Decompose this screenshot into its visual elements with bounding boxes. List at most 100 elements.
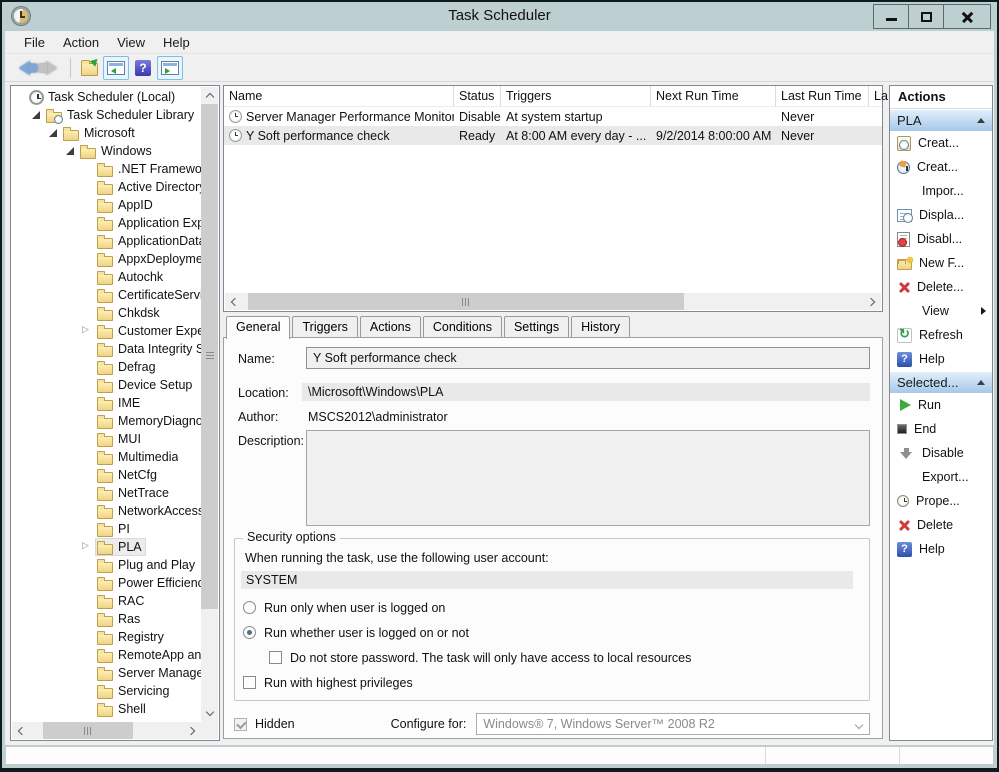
show-hide-console-tree-button[interactable] <box>103 56 129 80</box>
tree-item-power-efficienc[interactable]: Power Efficienc <box>12 574 201 592</box>
action-delete[interactable]: Delete <box>890 513 992 537</box>
menu-view[interactable]: View <box>108 33 154 52</box>
tree-item-pla[interactable]: PLA <box>12 538 201 556</box>
radio-run-only-when-user-is-logged-on[interactable] <box>243 601 256 614</box>
tree-item-defrag[interactable]: Defrag <box>12 358 201 376</box>
checkbox-run-with-highest-privileges[interactable] <box>243 676 256 689</box>
action-impor[interactable]: Impor... <box>890 179 992 203</box>
tree-item-autochk[interactable]: Autochk <box>12 268 201 286</box>
tree-item-multimedia[interactable]: Multimedia <box>12 448 201 466</box>
tree-item-applicationdata[interactable]: ApplicationData <box>12 232 201 250</box>
tree-item-net-framewor[interactable]: .NET Framewor <box>12 160 201 178</box>
scroll-thumb[interactable] <box>248 293 683 310</box>
radio-run-whether-user-is-logged-on-or-not[interactable] <box>243 626 256 639</box>
action-prope[interactable]: Prope... <box>890 489 992 513</box>
forward-button[interactable] <box>38 56 64 80</box>
tab-history[interactable]: History <box>571 316 630 338</box>
expanded-expander-icon[interactable] <box>31 110 42 121</box>
tree-item-device-setup[interactable]: Device Setup <box>12 376 201 394</box>
tree-item-shell[interactable]: Shell <box>12 700 201 718</box>
task-name-input[interactable]: Y Soft performance check <box>306 347 870 369</box>
menu-action[interactable]: Action <box>54 33 108 52</box>
column-header-status[interactable]: Status <box>454 86 501 106</box>
scroll-left-button[interactable] <box>12 722 29 739</box>
tree-item-nettrace[interactable]: NetTrace <box>12 484 201 502</box>
action-creat[interactable]: Creat... <box>890 155 992 179</box>
show-hide-action-pane-button[interactable] <box>157 56 183 80</box>
scroll-thumb[interactable] <box>201 104 218 609</box>
tree-item-certificateservic[interactable]: CertificateServic <box>12 286 201 304</box>
action-new-f[interactable]: New F... <box>890 251 992 275</box>
tree-item-rac[interactable]: RAC <box>12 592 201 610</box>
tree-item-data-integrity-s[interactable]: Data Integrity S <box>12 340 201 358</box>
scroll-track[interactable] <box>201 104 218 705</box>
scroll-right-button[interactable] <box>184 722 201 739</box>
action-creat[interactable]: Creat... <box>890 131 992 155</box>
tree-item-ras[interactable]: Ras <box>12 610 201 628</box>
scroll-thumb[interactable] <box>43 722 133 739</box>
column-header-next-run-time[interactable]: Next Run Time <box>651 86 776 106</box>
tree-item-customer-exper[interactable]: Customer Exper <box>12 322 201 340</box>
tree-item-plug-and-play[interactable]: Plug and Play <box>12 556 201 574</box>
action-end[interactable]: End <box>890 417 992 441</box>
task-row-y-soft-performance-check[interactable]: Y Soft performance checkReadyAt 8:00 AM … <box>224 126 882 145</box>
description-textarea[interactable] <box>306 430 870 526</box>
close-button[interactable] <box>944 5 990 28</box>
tree-item-networkaccess[interactable]: NetworkAccess <box>12 502 201 520</box>
scroll-track[interactable] <box>242 293 864 310</box>
action-refresh[interactable]: Refresh <box>890 323 992 347</box>
checkbox-do-not-store-password-the-task-will-only-have-access-to-local-resources[interactable] <box>269 651 282 664</box>
menu-file[interactable]: File <box>15 33 54 52</box>
tree-item-server-manager[interactable]: Server Manager <box>12 664 201 682</box>
tree-item-memorydiagno[interactable]: MemoryDiagno <box>12 412 201 430</box>
tree-item-windows[interactable]: Windows <box>12 142 201 160</box>
scroll-down-button[interactable] <box>201 705 218 722</box>
action-help[interactable]: Help <box>890 347 992 371</box>
tree-item-microsoft[interactable]: Microsoft <box>12 124 201 142</box>
column-header-last-run-time[interactable]: Last Run Time <box>776 86 869 106</box>
expanded-expander-icon[interactable] <box>48 128 59 139</box>
tab-settings[interactable]: Settings <box>504 316 569 338</box>
task-row-server-manager-performance-monitor[interactable]: Server Manager Performance MonitorDisabl… <box>224 107 882 126</box>
tree-item-servicing[interactable]: Servicing <box>12 682 201 700</box>
action-disable[interactable]: Disable <box>890 441 992 465</box>
tree-item-application-exp[interactable]: Application Exp <box>12 214 201 232</box>
action-run[interactable]: Run <box>890 393 992 417</box>
tree-item-registry[interactable]: Registry <box>12 628 201 646</box>
title-bar[interactable]: Task Scheduler <box>2 2 997 31</box>
export-list-button[interactable] <box>76 56 102 80</box>
help-button[interactable] <box>130 56 156 80</box>
tree-item-active-directory[interactable]: Active Directory <box>12 178 201 196</box>
scroll-track[interactable] <box>29 722 184 739</box>
collapsed-expander-icon[interactable] <box>82 326 93 337</box>
scroll-up-button[interactable] <box>201 87 218 104</box>
tree-item-remoteapp-and[interactable]: RemoteApp and <box>12 646 201 664</box>
minimize-button[interactable] <box>874 5 909 28</box>
tree-item-appid[interactable]: AppID <box>12 196 201 214</box>
column-header-triggers[interactable]: Triggers <box>501 86 651 106</box>
action-displa[interactable]: Displa... <box>890 203 992 227</box>
scroll-left-button[interactable] <box>225 293 242 310</box>
tree-item-appxdeployme[interactable]: AppxDeployme <box>12 250 201 268</box>
section-header-selected[interactable]: Selected... <box>890 371 992 393</box>
hidden-checkbox[interactable] <box>234 718 247 731</box>
column-header-name[interactable]: Name <box>224 86 454 106</box>
tree-item-task-scheduler-local[interactable]: Task Scheduler (Local) <box>12 88 201 106</box>
tab-actions[interactable]: Actions <box>360 316 421 338</box>
tree-vertical-scrollbar[interactable] <box>201 87 218 722</box>
tree-item-task-scheduler-library[interactable]: Task Scheduler Library <box>12 106 201 124</box>
maximize-button[interactable] <box>909 5 944 28</box>
tab-general[interactable]: General <box>226 316 290 339</box>
tree-item-ime[interactable]: IME <box>12 394 201 412</box>
scroll-right-button[interactable] <box>864 293 881 310</box>
action-export[interactable]: Export... <box>890 465 992 489</box>
tree-item-netcfg[interactable]: NetCfg <box>12 466 201 484</box>
action-disabl[interactable]: Disabl... <box>890 227 992 251</box>
action-delete[interactable]: Delete... <box>890 275 992 299</box>
expanded-expander-icon[interactable] <box>65 146 76 157</box>
tree-item-pi[interactable]: PI <box>12 520 201 538</box>
action-view[interactable]: View <box>890 299 992 323</box>
tree-horizontal-scrollbar[interactable] <box>12 722 201 739</box>
tab-triggers[interactable]: Triggers <box>292 316 357 338</box>
back-button[interactable] <box>11 56 37 80</box>
